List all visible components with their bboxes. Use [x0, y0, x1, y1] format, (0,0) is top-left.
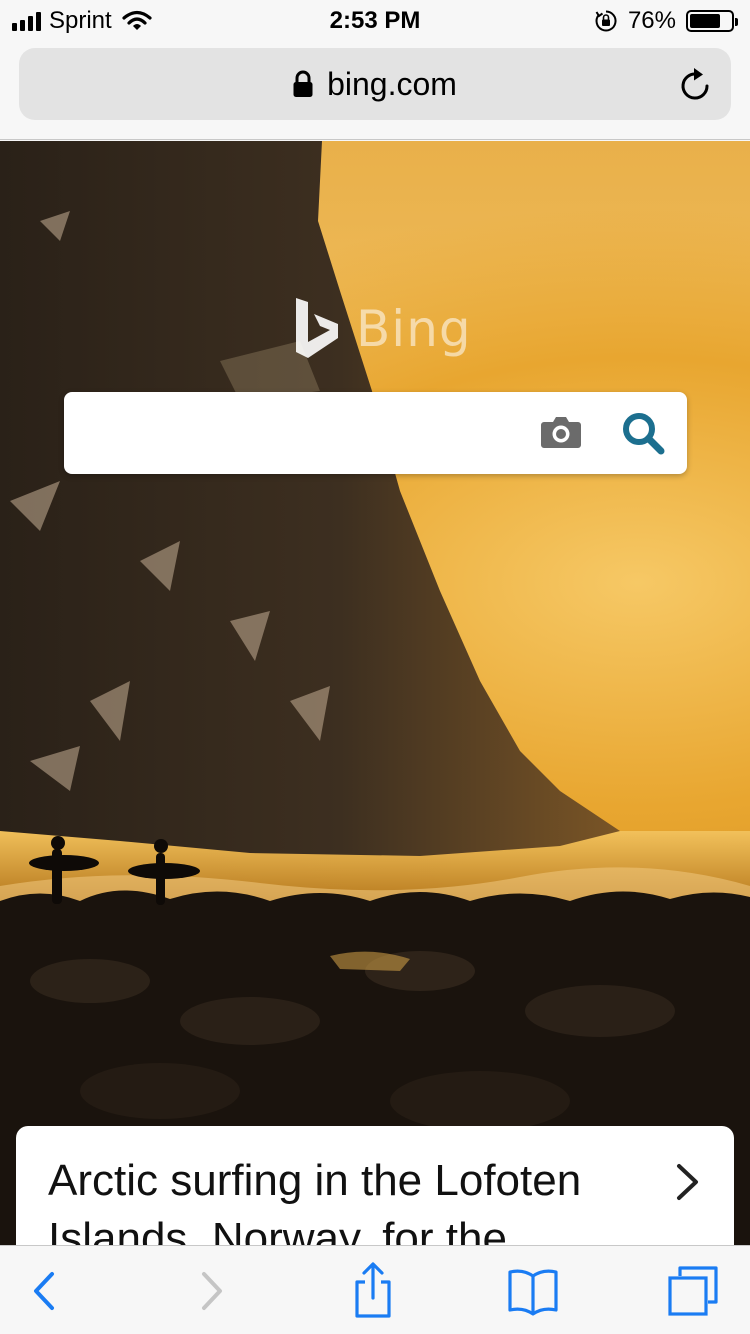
forward-button-chevron-right-icon[interactable] — [184, 1264, 238, 1318]
search-icon[interactable] — [620, 410, 666, 456]
bing-logo-text: Bing — [356, 300, 472, 358]
search-box — [64, 392, 687, 474]
battery-icon — [686, 10, 738, 32]
battery-percent: 76% — [627, 7, 676, 34]
browser-toolbar-top: bing.com — [0, 40, 750, 140]
chevron-right-icon — [677, 1164, 698, 1200]
orientation-lock-icon — [595, 10, 617, 32]
bing-logo-mark — [296, 298, 338, 358]
image-caption-text: Arctic surfing in the Lofoten Islands, N… — [48, 1156, 582, 1245]
bookmarks-book-icon[interactable] — [506, 1264, 560, 1318]
tabs-icon[interactable] — [666, 1264, 720, 1318]
share-icon[interactable] — [346, 1260, 400, 1320]
back-button-chevron-left-icon[interactable] — [16, 1264, 70, 1318]
address-display: bing.com — [19, 48, 731, 120]
reload-icon[interactable] — [679, 66, 713, 102]
status-right: 76% — [594, 7, 738, 35]
camera-icon[interactable] — [540, 414, 582, 450]
image-caption-card[interactable]: Arctic surfing in the Lofoten Islands, N… — [16, 1126, 734, 1245]
url-text: bing.com — [327, 65, 457, 102]
status-bar: Sprint 2:53 PM 76% — [0, 0, 750, 40]
hero-background-image: Bing Arctic surfing in the Lofoten Islan… — [0, 141, 750, 1245]
battery-fill — [690, 14, 721, 28]
lock-icon — [293, 70, 313, 97]
address-bar[interactable]: bing.com — [19, 48, 731, 120]
search-input[interactable] — [64, 392, 524, 474]
browser-toolbar-bottom — [0, 1245, 750, 1334]
bing-logo[interactable]: Bing — [292, 296, 472, 362]
